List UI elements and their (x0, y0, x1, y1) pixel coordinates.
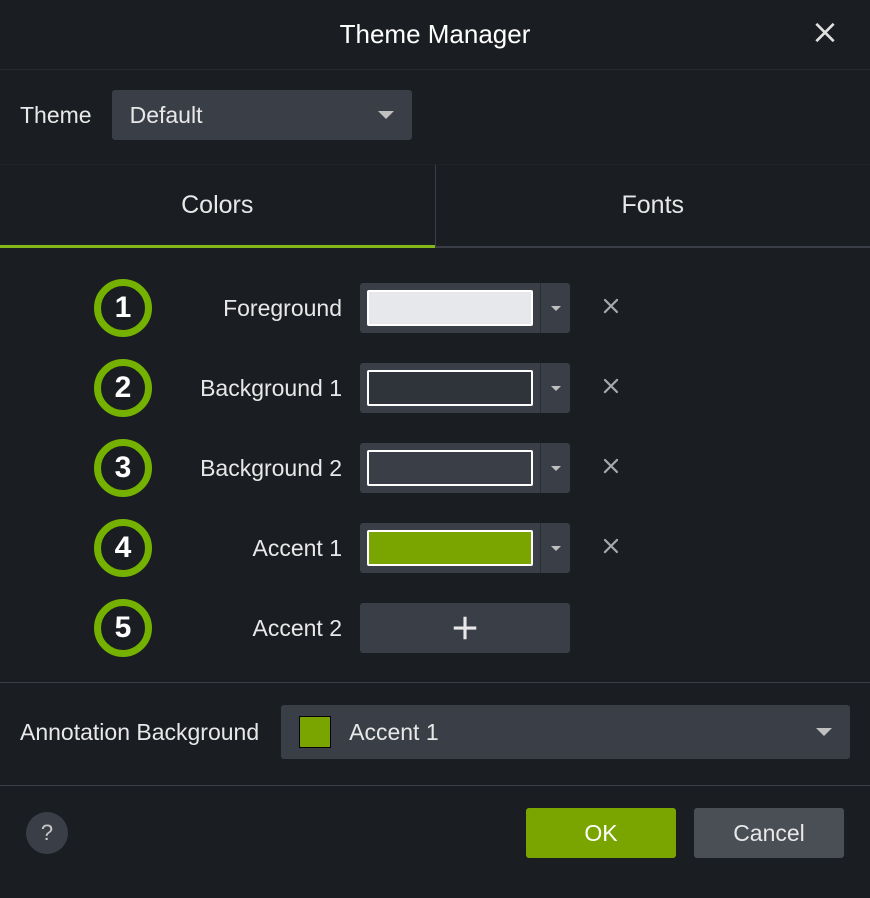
chevron-down-icon (551, 546, 561, 551)
theme-dropdown[interactable]: Default (112, 90, 412, 140)
row-label: Accent 1 (152, 535, 342, 562)
remove-color-button[interactable] (598, 373, 624, 404)
color-picker-caret[interactable] (540, 523, 570, 573)
row-label: Accent 2 (152, 615, 342, 642)
color-swatch (367, 290, 533, 326)
color-picker-caret[interactable] (540, 363, 570, 413)
color-picker-caret[interactable] (540, 443, 570, 493)
annotation-selected-value: Accent 1 (349, 719, 816, 746)
row-number-badge: 2 (94, 359, 152, 417)
add-color-button[interactable] (360, 603, 570, 653)
color-row-background-2: 3 Background 2 (20, 436, 850, 500)
tab-colors[interactable]: Colors (0, 165, 436, 246)
close-button[interactable] (804, 11, 846, 58)
color-row-background-1: 2 Background 1 (20, 356, 850, 420)
tabs: Colors Fonts (0, 165, 870, 248)
chevron-down-icon (551, 386, 561, 391)
remove-color-button[interactable] (598, 533, 624, 564)
chevron-down-icon (551, 466, 561, 471)
color-swatch (367, 530, 533, 566)
theme-selector-row: Theme Default (0, 70, 870, 165)
row-label: Background 1 (152, 375, 342, 402)
row-label: Foreground (152, 295, 342, 322)
annotation-background-row: Annotation Background Accent 1 (0, 683, 870, 786)
close-icon (812, 19, 838, 45)
remove-icon (598, 533, 624, 559)
row-number-badge: 4 (94, 519, 152, 577)
color-row-foreground: 1 Foreground (20, 276, 850, 340)
tab-fonts[interactable]: Fonts (436, 165, 870, 246)
row-number-badge: 3 (94, 439, 152, 497)
chevron-down-icon (551, 306, 561, 311)
row-label: Background 2 (152, 455, 342, 482)
window-title: Theme Manager (340, 19, 531, 50)
annotation-background-label: Annotation Background (20, 719, 259, 746)
remove-color-button[interactable] (598, 293, 624, 324)
remove-icon (598, 453, 624, 479)
color-picker-accent-1[interactable] (360, 523, 570, 573)
annotation-swatch (299, 716, 331, 748)
help-button[interactable]: ? (26, 812, 68, 854)
row-number-badge: 5 (94, 599, 152, 657)
theme-selected-value: Default (130, 102, 203, 129)
color-rows: 1 Foreground 2 Background 1 3 Background… (0, 248, 870, 683)
color-picker-background-2[interactable] (360, 443, 570, 493)
color-picker-caret[interactable] (540, 283, 570, 333)
remove-icon (598, 293, 624, 319)
color-picker-foreground[interactable] (360, 283, 570, 333)
ok-button[interactable]: OK (526, 808, 676, 858)
theme-label: Theme (20, 102, 92, 129)
annotation-background-dropdown[interactable]: Accent 1 (281, 705, 850, 759)
cancel-button[interactable]: Cancel (694, 808, 844, 858)
chevron-down-icon (816, 728, 832, 736)
row-number-badge: 1 (94, 279, 152, 337)
color-swatch (367, 450, 533, 486)
chevron-down-icon (378, 111, 394, 119)
footer: ? OK Cancel (0, 786, 870, 880)
color-swatch (367, 370, 533, 406)
color-row-accent-1: 4 Accent 1 (20, 516, 850, 580)
remove-color-button[interactable] (598, 453, 624, 484)
color-picker-background-1[interactable] (360, 363, 570, 413)
title-bar: Theme Manager (0, 0, 870, 70)
plus-icon (450, 613, 480, 643)
color-row-accent-2: 5 Accent 2 (20, 596, 850, 660)
remove-icon (598, 373, 624, 399)
